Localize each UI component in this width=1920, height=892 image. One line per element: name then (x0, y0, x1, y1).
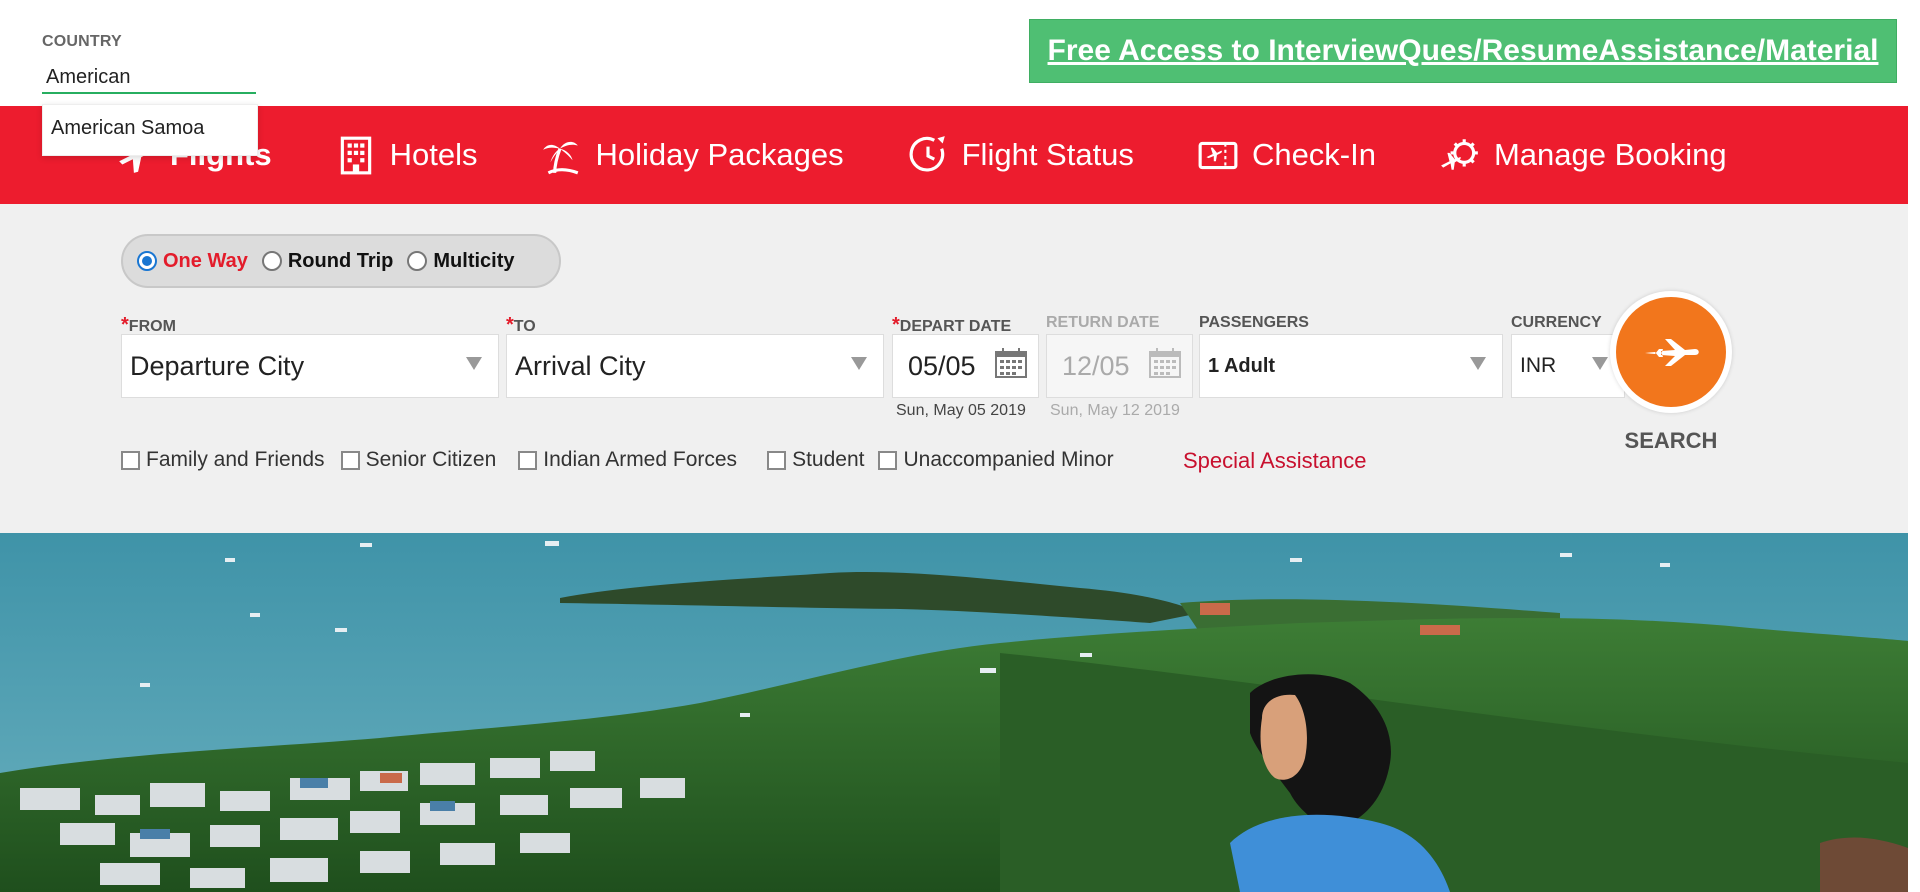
search-label: SEARCH (1624, 428, 1718, 453)
option-label: Family and Friends (146, 448, 325, 471)
to-value: Arrival City (515, 350, 646, 381)
trip-round-trip[interactable]: Round Trip (261, 249, 394, 273)
currency-value: INR (1520, 354, 1557, 377)
to-select[interactable]: Arrival City (506, 334, 884, 398)
currency-select[interactable]: INR (1511, 334, 1625, 398)
nav-label: Hotels (389, 137, 478, 172)
hotel-icon (334, 133, 378, 177)
nav-manage-booking[interactable]: Manage Booking (1438, 133, 1727, 177)
country-suggestions: American Samoa (42, 104, 258, 156)
nav-label: Flight Status (961, 137, 1134, 172)
dropdown-arrow-icon (1470, 357, 1486, 370)
passenger-options: Family and Friends Senior Citizen Indian… (121, 448, 1114, 472)
promo-banner: Free Access to InterviewQues/ResumeAssis… (1029, 19, 1897, 83)
search-button[interactable] (1610, 291, 1732, 413)
trip-option-label: Multicity (433, 249, 515, 272)
depart-date-full: Sun, May 05 2019 (896, 402, 1026, 419)
option-label: Indian Armed Forces (543, 448, 738, 471)
calendar-icon[interactable] (994, 347, 1028, 386)
trip-option-label: Round Trip (287, 249, 394, 272)
checkbox[interactable] (518, 450, 538, 470)
option-armed-forces[interactable]: Indian Armed Forces (518, 448, 737, 472)
option-label: Senior Citizen (365, 448, 497, 471)
option-family-friends[interactable]: Family and Friends (121, 448, 325, 472)
gear-plane-icon (1438, 133, 1482, 177)
country-input[interactable] (42, 62, 256, 94)
trip-type-toggle: One Way Round Trip Multicity (121, 234, 561, 288)
from-select[interactable]: Departure City (121, 334, 499, 398)
option-label: Student (792, 448, 865, 471)
nav-label: Manage Booking (1493, 137, 1727, 172)
main-nav: Flights Hotels Holiday Packages Flight S… (0, 106, 1908, 204)
return-date-label: RETURN DATE (1046, 314, 1160, 331)
return-date-value: 12/05 (1062, 350, 1130, 381)
passengers-select[interactable]: 1 Adult (1199, 334, 1503, 398)
radio-button[interactable] (137, 251, 157, 271)
country-label: COUNTRY (42, 33, 122, 50)
search-button-circle (1616, 297, 1726, 407)
radio-button[interactable] (407, 251, 428, 271)
nav-label: Holiday Packages (595, 137, 844, 172)
option-senior-citizen[interactable]: Senior Citizen (340, 448, 497, 472)
depart-date-field[interactable]: 05/05 (892, 334, 1039, 398)
nav-check-in[interactable]: Check-In (1196, 133, 1376, 177)
currency-label: CURRENCY (1511, 314, 1602, 331)
checkbox[interactable] (340, 450, 360, 470)
nav-label: Check-In (1251, 137, 1376, 172)
option-student[interactable]: Student (767, 448, 864, 472)
return-date-field[interactable]: 12/05 (1046, 334, 1193, 398)
trip-option-label: One Way (163, 249, 248, 272)
dropdown-arrow-icon (1592, 357, 1608, 370)
trip-multicity[interactable]: Multicity (407, 249, 515, 273)
dropdown-arrow-icon (466, 357, 482, 370)
nav-hotels[interactable]: Hotels (334, 133, 478, 177)
palm-tree-icon (539, 133, 583, 177)
clock-plane-icon (906, 133, 950, 177)
passengers-value: 1 Adult (1208, 354, 1276, 377)
hero-image (0, 533, 1908, 892)
passengers-label: PASSENGERS (1199, 314, 1309, 331)
nav-holiday-packages[interactable]: Holiday Packages (539, 133, 844, 177)
calendar-icon[interactable] (1148, 347, 1182, 386)
depart-date-value: 05/05 (908, 350, 976, 381)
ticket-icon (1196, 133, 1240, 177)
from-value: Departure City (130, 350, 305, 381)
suggestion-item[interactable]: American Samoa (43, 105, 257, 152)
special-assistance-link[interactable]: Special Assistance (1183, 448, 1366, 474)
checkbox[interactable] (767, 450, 787, 470)
nav-flight-status[interactable]: Flight Status (906, 133, 1134, 177)
coastal-landscape-image (0, 533, 1908, 892)
promo-link[interactable]: Free Access to InterviewQues/ResumeAssis… (1048, 34, 1879, 68)
checkbox[interactable] (878, 450, 898, 470)
plane-icon (1645, 339, 1699, 366)
trip-one-way[interactable]: One Way (137, 250, 248, 273)
option-label: Unaccompanied Minor (903, 448, 1114, 471)
search-panel: One Way Round Trip Multicity *FROM *TO *… (0, 204, 1908, 533)
radio-button[interactable] (261, 251, 282, 271)
checkbox[interactable] (121, 450, 140, 470)
return-date-full: Sun, May 12 2019 (1050, 402, 1180, 419)
dropdown-arrow-icon (851, 357, 867, 370)
country-selector: COUNTRY (42, 33, 256, 94)
option-unaccompanied-minor[interactable]: Unaccompanied Minor (878, 448, 1114, 472)
